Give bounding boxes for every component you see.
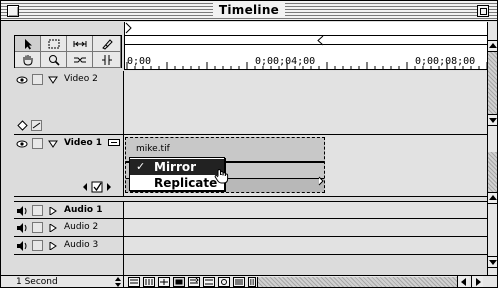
lock-toggle[interactable] [32, 74, 43, 85]
scroll-track[interactable] [488, 52, 497, 114]
scroll-left-arrow-icon[interactable] [457, 276, 469, 287]
opacity-rubberband-icon[interactable] [31, 120, 42, 131]
marquee-select-icon[interactable] [41, 36, 67, 52]
menu-item-label: Replicate [154, 176, 218, 190]
speaker-icon[interactable] [16, 222, 28, 234]
ruler-ticks [126, 62, 496, 70]
zoom-box-icon[interactable] [477, 5, 489, 17]
scroll-thumb-icon[interactable] [248, 277, 256, 287]
lock-toggle[interactable] [32, 240, 43, 251]
arrow-select-icon[interactable] [15, 36, 41, 52]
track-select-icon[interactable] [67, 36, 93, 52]
track-name-audio-1: Audio 1 [64, 205, 103, 215]
track-name-video-2: Video 2 [64, 74, 98, 84]
expand-triangle-icon[interactable] [48, 140, 58, 148]
speaker-icon[interactable] [16, 240, 28, 252]
vertical-scrollbar[interactable] [487, 22, 497, 279]
link-icon[interactable] [67, 52, 93, 68]
lock-toggle[interactable] [32, 222, 43, 233]
track-area-audio-1[interactable] [124, 201, 497, 219]
timeline-window: Timeline 0;00 0;00;04;00 0;00;08;00 Vide… [0, 0, 498, 288]
lock-toggle[interactable] [32, 205, 43, 216]
toggle-sync-mode-icon[interactable] [158, 277, 170, 287]
markers-icon[interactable] [218, 277, 230, 287]
track-header-empty [14, 255, 124, 275]
speaker-icon[interactable] [16, 205, 28, 217]
keyframe-diamond-icon[interactable] [17, 120, 28, 131]
window-title: Timeline [212, 3, 286, 17]
eye-icon[interactable] [16, 138, 28, 150]
select-arrows-icon [115, 277, 121, 287]
clip-out-handle-icon[interactable] [318, 176, 324, 186]
menu-item-replicate[interactable]: Replicate [130, 175, 224, 191]
track-name-audio-3: Audio 3 [64, 240, 99, 250]
bottom-bar: 1 Second [1, 275, 497, 287]
track-name-video-1: Video 1 [64, 138, 103, 148]
in-out-icon[interactable] [93, 52, 121, 68]
toggle-edge-view-icon[interactable] [173, 277, 185, 287]
checkmark-icon: ✓ [136, 160, 146, 173]
menu-item-label: Mirror [154, 160, 197, 174]
scroll-up-arrow-icon[interactable] [488, 192, 497, 204]
track-header-video-1[interactable]: Video 1 [14, 135, 124, 197]
track-area-empty [124, 255, 497, 275]
expand-triangle-icon[interactable] [48, 76, 58, 84]
toggle-shift-tracks-icon[interactable] [143, 277, 155, 287]
track-area-audio-2[interactable] [124, 219, 497, 237]
work-area-bar[interactable] [125, 35, 497, 46]
time-unit-select[interactable]: 1 Second [14, 276, 124, 287]
time-ruler[interactable]: 0;00 0;00;04;00 0;00;08;00 [124, 22, 497, 70]
collapsed-triangle-icon[interactable] [48, 224, 58, 232]
toggle-create-ab-icon[interactable] [203, 277, 215, 287]
track-area-audio-3[interactable] [124, 237, 497, 255]
track-area-video-2[interactable] [124, 71, 497, 135]
edit-line-marker-icon[interactable] [125, 22, 498, 35]
hand-icon[interactable] [15, 52, 41, 68]
track-format-icon[interactable] [128, 277, 140, 287]
menu-item-mirror[interactable]: ✓ Mirror [130, 159, 224, 175]
work-area-end-marker-icon[interactable] [315, 36, 327, 46]
lock-toggle[interactable] [32, 138, 43, 149]
toggle-snap-edges-icon[interactable] [188, 277, 200, 287]
keyframe-navigator[interactable] [82, 181, 122, 193]
track-header-audio-1[interactable]: Audio 1 [14, 201, 124, 219]
collapsed-triangle-icon[interactable] [48, 207, 58, 215]
time-unit-value: 1 Second [16, 277, 58, 287]
scroll-up-arrow-icon[interactable] [488, 40, 497, 52]
track-header-audio-2[interactable]: Audio 2 [14, 219, 124, 237]
scroll-down-arrow-icon[interactable] [488, 114, 497, 126]
tools-panel [14, 35, 122, 68]
track-header-audio-3[interactable]: Audio 3 [14, 237, 124, 255]
razor-icon[interactable] [93, 36, 121, 52]
eye-icon[interactable] [16, 74, 28, 86]
zoom-icon[interactable] [41, 52, 67, 68]
track-name-audio-2: Audio 2 [64, 222, 99, 232]
track-header-video-2[interactable]: Video 2 [14, 71, 124, 135]
title-bar[interactable]: Timeline [1, 1, 497, 21]
scroll-track-lower[interactable] [488, 152, 497, 192]
track-menu-icon[interactable] [233, 277, 245, 287]
collapsed-triangle-icon[interactable] [48, 242, 58, 250]
window-title-wrap: Timeline [1, 3, 497, 17]
hand-cursor-icon [214, 168, 229, 184]
clip-filename: mike.tif [136, 144, 170, 154]
clip-context-menu: ✓ Mirror Replicate [129, 157, 225, 191]
scroll-right-arrow-icon[interactable] [471, 276, 483, 287]
track-options-icon[interactable] [108, 138, 120, 147]
scroll-down-arrow-icon[interactable] [488, 256, 497, 268]
horizontal-scroll-track[interactable] [257, 277, 457, 287]
